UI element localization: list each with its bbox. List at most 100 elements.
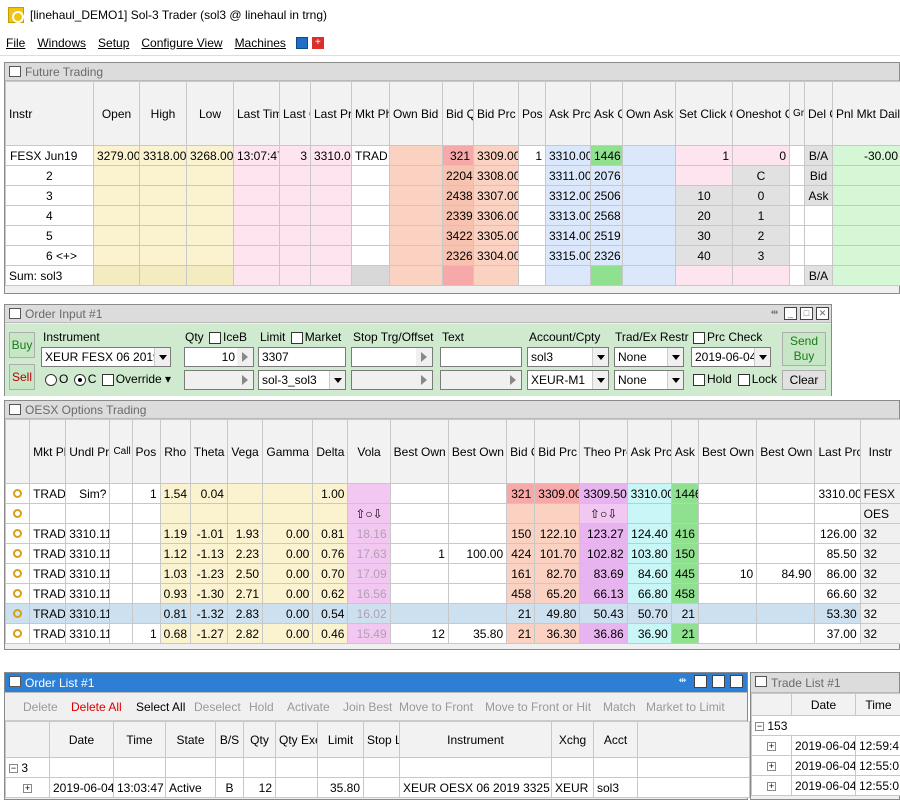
trad-select-2[interactable]: None	[614, 370, 684, 390]
order-list-col-header[interactable]: Qty Exec	[275, 721, 318, 758]
minimize-button[interactable]: _	[784, 307, 797, 320]
toolbar-match-button[interactable]: Match	[603, 700, 636, 714]
options-col-header[interactable]: Last Prc	[814, 419, 861, 484]
options-col-header[interactable]: Gamma	[262, 419, 314, 484]
future-col-header[interactable]: Grp	[789, 81, 805, 146]
menu-configure-view[interactable]: Configure View	[135, 36, 228, 50]
future-col-header[interactable]: Last Time	[233, 81, 280, 146]
account-select[interactable]: sol3	[527, 347, 609, 367]
order-list-col-header[interactable]: Time	[113, 721, 166, 758]
search-icon[interactable]	[4, 623, 31, 644]
instrument-select[interactable]: XEUR FESX 06 2019	[41, 347, 171, 367]
options-row[interactable]: TRAD Sim? 1 1.54 0.04 1.00 321 3309.00 3309.50 33…	[4, 483, 900, 504]
search-icon[interactable]	[4, 523, 31, 544]
oneshot-qty-button[interactable]: 2	[732, 225, 790, 246]
future-row[interactable]: 2 2204 3308.00 3311.00 2076 C Bid	[5, 165, 900, 186]
toolbar-select-all-button[interactable]: Select All	[136, 700, 185, 714]
options-col-header[interactable]: Best Own Ask Prc	[756, 419, 816, 484]
options-col-header[interactable]: Ask Prc	[626, 419, 672, 484]
prc-check-checkbox[interactable]	[693, 331, 705, 344]
options-col-header[interactable]: Theo Prc	[579, 419, 628, 484]
options-col-header[interactable]: Pos Net	[131, 419, 161, 484]
send-buy-button[interactable]: Send Buy	[782, 332, 826, 366]
future-col-header[interactable]: Oneshot Click Qty Dial	[732, 81, 790, 146]
trade-row[interactable]: +2019-06-04 12:59:4	[751, 735, 900, 756]
options-row[interactable]: TRAD 3310.11 1.03 -1.23 2.50 0.00 0.70 17.09 161…	[4, 563, 900, 584]
toolbar-move-to-front-or-hit-button[interactable]: Move to Front or Hit	[485, 700, 591, 714]
order-list-col-header[interactable]: Instrument	[399, 721, 552, 758]
hold-checkbox[interactable]	[693, 373, 705, 386]
expand-icon[interactable]: +	[23, 783, 32, 793]
close-red-icon[interactable]: +	[311, 36, 324, 49]
oneshot-qty-button[interactable]: 3	[732, 245, 790, 266]
maximize-button[interactable]: □	[712, 675, 725, 688]
expand-icon[interactable]: +	[767, 781, 776, 791]
set-click-qty-button[interactable]: 10	[675, 185, 733, 206]
menu-file[interactable]: File	[0, 36, 31, 50]
limit-input[interactable]: 3307	[258, 347, 346, 367]
set-click-qty-button[interactable]: 30	[675, 225, 733, 246]
set-click-qty-button[interactable]: 40	[675, 245, 733, 266]
qty-input[interactable]: 10	[184, 347, 254, 367]
order-list-col-header[interactable]: Acct	[593, 721, 638, 758]
order-list-col-header[interactable]: Stop Limit	[363, 721, 400, 758]
stop-input[interactable]	[351, 347, 433, 367]
options-col-header[interactable]: Bid Qty	[506, 419, 536, 484]
future-col-header[interactable]: Bid Prc	[473, 81, 519, 146]
options-row[interactable]: TRAD 3310.11 0.81 -1.32 2.83 0.00 0.54 16.02 21 4…	[4, 603, 900, 624]
options-col-header[interactable]: Instr	[859, 419, 900, 484]
market-checkbox[interactable]	[290, 331, 303, 344]
order-action-button[interactable]: B/A	[804, 145, 833, 166]
future-col-header[interactable]: Low	[186, 81, 234, 146]
close-button[interactable]: ✕	[816, 307, 829, 320]
options-col-header[interactable]: Theta	[189, 419, 228, 484]
future-col-header[interactable]: Ask Qty	[590, 81, 623, 146]
future-col-header[interactable]: Mkt Phase	[351, 81, 390, 146]
iceb-checkbox[interactable]	[209, 331, 222, 344]
date-select[interactable]: 2019-06-04	[691, 347, 771, 367]
search-icon[interactable]	[4, 563, 31, 584]
order-group-row[interactable]: − 3	[5, 757, 750, 778]
future-col-header[interactable]: Bid Qty	[442, 81, 474, 146]
options-col-header[interactable]: Undl Prc	[65, 419, 111, 484]
search-icon[interactable]	[4, 503, 31, 524]
close-button[interactable]: ✕	[730, 675, 743, 688]
oneshot-qty-button[interactable]: C	[732, 165, 790, 186]
options-col-header[interactable]: Best Own Ask Qty	[697, 419, 758, 484]
trade-list-col-header[interactable]: Date	[791, 693, 856, 716]
pin-button[interactable]: ⇹	[768, 307, 781, 320]
future-col-header[interactable]: Del Ord	[804, 81, 833, 146]
buy-button[interactable]: Buy	[9, 332, 35, 358]
search-icon[interactable]	[4, 583, 31, 604]
offset-input[interactable]	[351, 370, 433, 390]
maximize-button[interactable]: □	[800, 307, 813, 320]
collapse-icon[interactable]: −	[755, 721, 764, 731]
menu-setup[interactable]: Setup	[92, 36, 135, 50]
toolbar-delete-all-button[interactable]: Delete All	[71, 700, 122, 714]
future-col-header[interactable]: Instr	[5, 81, 94, 146]
future-col-header[interactable]: Last Qty	[279, 81, 311, 146]
options-col-header[interactable]: Rho	[159, 419, 191, 484]
account-select-small[interactable]: sol-3_sol3	[258, 370, 346, 390]
future-col-header[interactable]: Ask Prc	[545, 81, 591, 146]
order-action-button[interactable]: Ask	[804, 185, 833, 206]
options-row[interactable]: TRAD 3310.11 1 0.68 -1.27 2.82 0.00 0.46 15.49 12…	[4, 623, 900, 644]
text-input-2[interactable]	[440, 370, 522, 390]
toolbar-move-to-front-button[interactable]: Move to Front	[399, 700, 473, 714]
toolbar-delete-button[interactable]: Delete	[23, 700, 58, 714]
order-list-col-header[interactable]: Xchg	[551, 721, 594, 758]
future-row[interactable]: 3 2438 3307.00 3312.00 2506 10 0 Ask	[5, 185, 900, 206]
sell-button[interactable]: Sell	[9, 364, 35, 390]
future-row[interactable]: FESX Jun19 3279.00 3318.00 3268.00 13:07:47 3…	[5, 145, 900, 166]
options-row[interactable]: TRAD 3310.11 1.12 -1.13 2.23 0.00 0.76 17.63 1 10…	[4, 543, 900, 564]
future-row[interactable]: 5 3422 3305.00 3314.00 2519 30 2	[5, 225, 900, 246]
expand-icon[interactable]: +	[767, 741, 776, 751]
trad-select-1[interactable]: None	[614, 347, 684, 367]
radio-close[interactable]	[73, 373, 86, 386]
trade-group-row[interactable]: − 153	[751, 715, 900, 736]
expand-icon[interactable]: +	[767, 761, 776, 771]
clear-button[interactable]: Clear	[782, 370, 826, 390]
search-icon[interactable]	[4, 483, 31, 504]
options-col-header[interactable]: Best Own Bid Prc	[447, 419, 508, 484]
toolbar-market-to-limit-button[interactable]: Market to Limit	[646, 700, 725, 714]
